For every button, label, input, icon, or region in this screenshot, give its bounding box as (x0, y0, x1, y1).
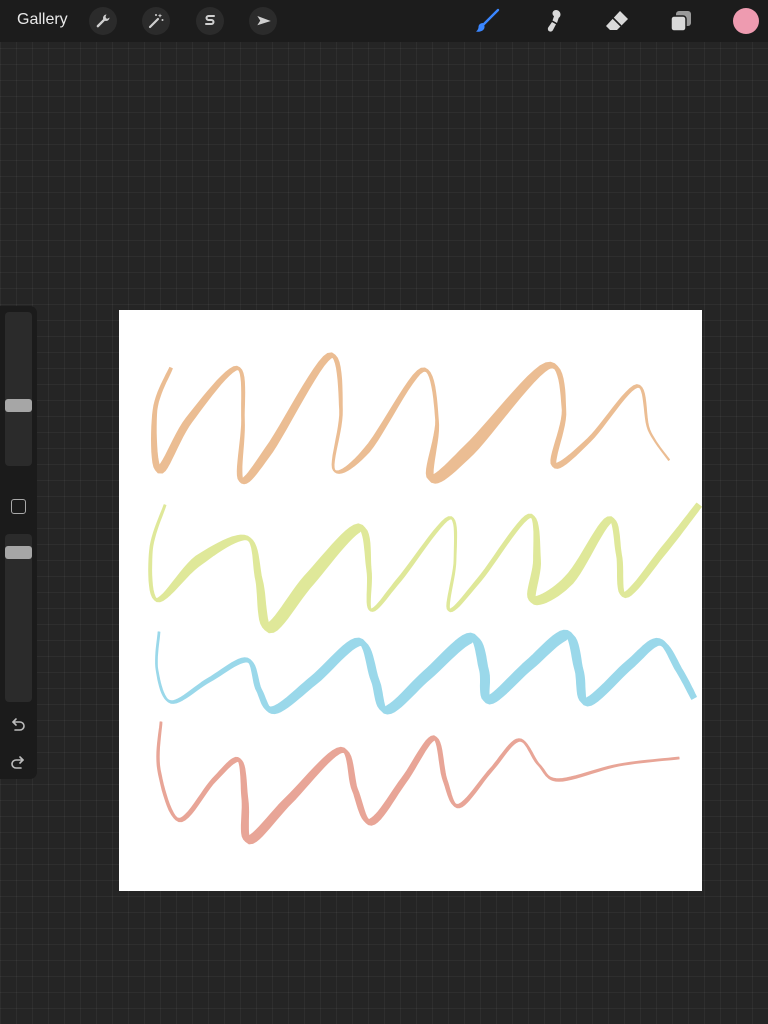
opacity-slider[interactable] (5, 534, 32, 702)
arrow-cursor-icon (257, 16, 271, 26)
undo-icon (12, 718, 25, 731)
opacity-slider-thumb[interactable] (5, 546, 32, 559)
actions-button[interactable] (89, 7, 117, 35)
top-toolbar: Gallery (0, 0, 768, 42)
stroke-row-3 (155, 629, 697, 715)
undo-button[interactable] (8, 714, 28, 734)
selection-button[interactable] (196, 7, 224, 35)
brush-tool-button[interactable] (471, 5, 503, 37)
eraser-icon (606, 11, 628, 30)
layers-icon (670, 11, 691, 32)
redo-button[interactable] (8, 752, 28, 772)
color-picker-button[interactable] (733, 8, 759, 34)
stroke-row-2 (148, 502, 702, 634)
brush-stroke-1 (151, 352, 670, 485)
artwork (148, 352, 702, 845)
eraser-tool-button[interactable] (601, 5, 633, 37)
transform-button[interactable] (249, 7, 277, 35)
brush-icon (476, 8, 500, 32)
redo-icon (11, 756, 24, 769)
smudge-icon (547, 10, 561, 32)
wrench-icon (96, 14, 110, 28)
magic-wand-icon (148, 13, 164, 29)
selection-s-icon (205, 15, 215, 25)
brush-stroke-3 (155, 629, 697, 715)
brush-stroke-4 (156, 721, 680, 845)
drawing-canvas[interactable] (119, 310, 702, 891)
stroke-row-4 (156, 721, 680, 845)
brush-size-slider[interactable] (5, 312, 32, 466)
layers-tool-button[interactable] (665, 5, 697, 37)
gallery-button[interactable]: Gallery (17, 11, 68, 29)
brush-stroke-2 (148, 502, 702, 634)
smudge-tool-button[interactable] (537, 5, 569, 37)
modify-button[interactable] (11, 499, 26, 514)
adjustments-button[interactable] (142, 7, 170, 35)
stroke-row-1 (151, 352, 670, 485)
brush-size-slider-thumb[interactable] (5, 399, 32, 412)
side-bar (0, 306, 37, 779)
